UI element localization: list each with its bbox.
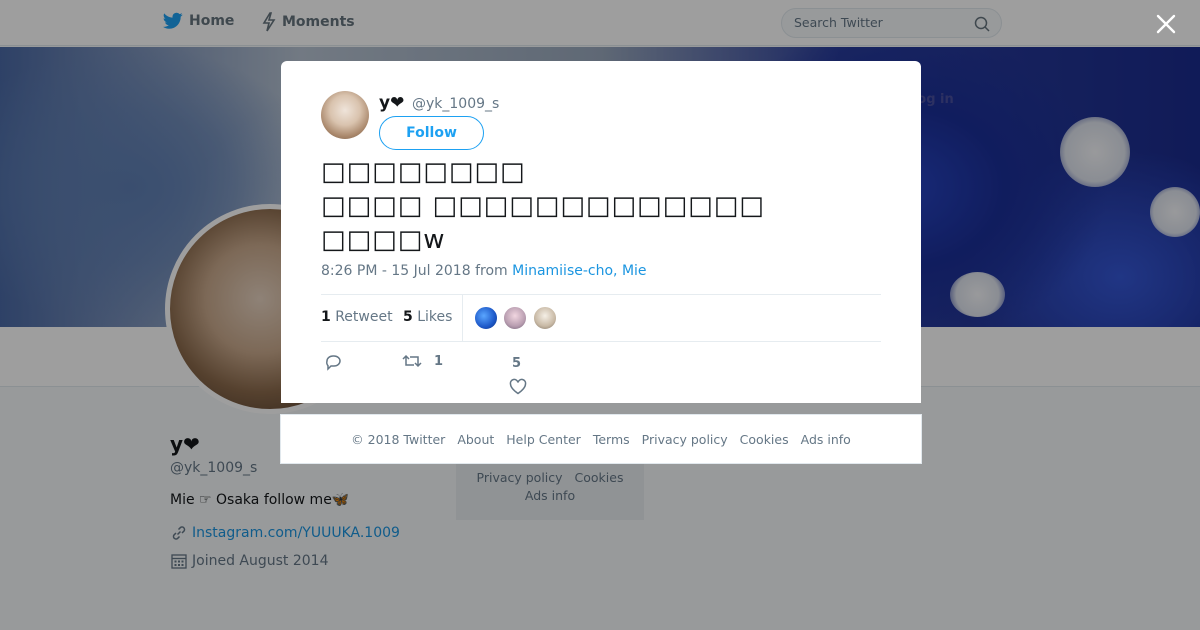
- liker-avatar[interactable]: [474, 306, 498, 330]
- tweet-stats: 1 Retweet 5 Likes: [321, 294, 881, 342]
- tweet-author-avatar[interactable]: [321, 91, 369, 139]
- modal-footer: © 2018 Twitter About Help Center Terms P…: [280, 414, 922, 464]
- retweet-icon: [402, 354, 422, 368]
- tweet-metadata: 8:26 PM - 15 Jul 2018 from Minamiise-cho…: [321, 263, 647, 279]
- like-stat[interactable]: 5 Likes: [403, 309, 452, 325]
- footer-link-ads[interactable]: Ads info: [801, 432, 851, 447]
- footer-link-help[interactable]: Help Center: [506, 432, 581, 447]
- liker-avatar[interactable]: [503, 306, 527, 330]
- reply-button[interactable]: [324, 353, 342, 371]
- like-count: 5: [403, 309, 413, 325]
- tweet-location[interactable]: Minamiise-cho, Mie: [512, 263, 646, 279]
- liker-avatar[interactable]: [533, 306, 557, 330]
- retweet-count: 1: [321, 309, 331, 325]
- tweet-author-name[interactable]: y❤: [379, 93, 404, 113]
- tweet-timestamp[interactable]: 8:26 PM - 15 Jul 2018: [321, 263, 471, 279]
- stats-divider: [462, 295, 463, 341]
- footer-link-about[interactable]: About: [457, 432, 494, 447]
- follow-button[interactable]: Follow: [379, 116, 484, 150]
- tweet-modal: y❤ @yk_1009_s Follow □□□□□□□□ □□□□ □□□□□…: [281, 61, 921, 403]
- like-action-count: 5: [512, 356, 522, 371]
- like-label: Likes: [417, 309, 453, 325]
- footer-link-terms[interactable]: Terms: [593, 432, 630, 447]
- retweet-action-count: 1: [434, 353, 444, 369]
- close-icon[interactable]: [1155, 13, 1177, 35]
- footer-copyright: © 2018 Twitter: [351, 431, 446, 447]
- tweet-from-label: from: [475, 263, 508, 279]
- heart-icon[interactable]: [509, 378, 527, 396]
- retweet-stat[interactable]: 1 Retweet: [321, 309, 393, 325]
- retweet-button[interactable]: 1: [402, 353, 443, 369]
- reply-icon: [326, 355, 341, 371]
- footer-link-cookies[interactable]: Cookies: [740, 432, 789, 447]
- footer-link-privacy[interactable]: Privacy policy: [642, 432, 728, 447]
- tweet-text: □□□□□□□□ □□□□ □□□□□□□□□□□□□ □□□□w: [321, 157, 765, 255]
- retweet-label: Retweet: [335, 309, 393, 325]
- tweet-author-handle[interactable]: @yk_1009_s: [412, 96, 499, 112]
